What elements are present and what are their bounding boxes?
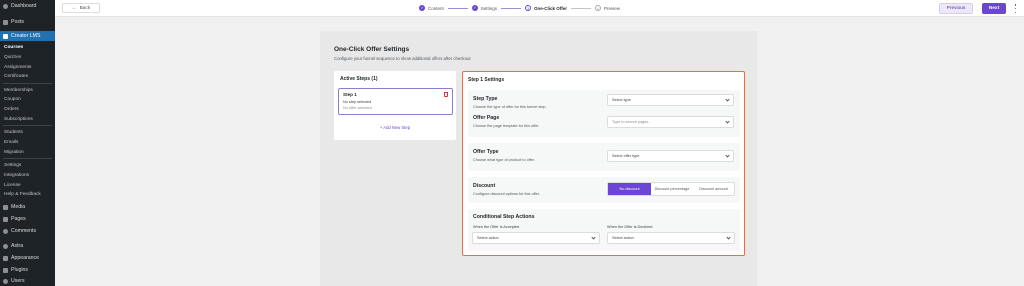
- sidebar-item-settings[interactable]: Settings: [0, 163, 55, 168]
- sidebar-divider: [3, 83, 52, 84]
- comments-icon: [3, 228, 8, 234]
- sidebar-item-license[interactable]: License: [0, 183, 55, 188]
- chevron-down-icon: [591, 235, 596, 240]
- step-settings-panel: Step 1 Settings Step Type Choose the typ…: [462, 71, 745, 256]
- no-discount-option[interactable]: No discount: [608, 183, 651, 195]
- astra-icon: [3, 243, 8, 249]
- posts-icon: [3, 19, 8, 25]
- plugins-icon: [3, 267, 8, 273]
- media-icon: [3, 204, 8, 210]
- step-type-section: Step Type Choose the type of offer for t…: [468, 90, 740, 137]
- sidebar-item-astra[interactable]: Astra: [0, 243, 55, 249]
- offer-page-search-input[interactable]: Type to search pages...: [607, 116, 734, 128]
- accepted-label: When the Offer is Accepted: [473, 225, 520, 229]
- trash-icon[interactable]: [444, 92, 448, 97]
- step-connector: [501, 7, 522, 9]
- top-bar: ← Back ✓ Content ✓ Settings 3 One-Click Offe…: [55, 0, 1024, 17]
- admin-sidebar: Dashboard Posts Creator LMS Courses Quiz…: [0, 0, 55, 286]
- sidebar-item-migration[interactable]: Migration: [0, 150, 55, 155]
- chevron-down-icon: [725, 119, 730, 124]
- appearance-icon: [3, 255, 8, 261]
- sidebar-item-memberships[interactable]: Memberships: [0, 88, 55, 93]
- sidebar-item-students[interactable]: Students: [0, 130, 55, 135]
- sidebar-item-media[interactable]: Media: [0, 204, 55, 210]
- step-type-desc: Choose the type of offer for this funnel…: [473, 105, 547, 109]
- sidebar-item-coupon[interactable]: Coupon: [0, 97, 55, 102]
- sidebar-item-comments[interactable]: Comments: [0, 228, 55, 234]
- add-new-step-link[interactable]: + Add New Step: [334, 125, 456, 130]
- sidebar-item-certificates[interactable]: Certificates: [0, 74, 55, 79]
- offer-type-section: Offer Type Choose what type of product t…: [468, 143, 740, 171]
- step-connector: [447, 7, 468, 9]
- discount-toggle-group: No discount Discount percentage Discount…: [607, 182, 735, 196]
- conditional-actions-section: Conditional Step Actions When the Offer …: [468, 209, 740, 251]
- pages-icon: [3, 216, 8, 222]
- conditional-actions-title: Conditional Step Actions: [473, 214, 535, 220]
- sidebar-item-plugins[interactable]: Plugins: [0, 267, 55, 273]
- previous-button[interactable]: Previous: [939, 3, 973, 14]
- sidebar-item-appearance[interactable]: Appearance: [0, 255, 55, 261]
- sidebar-item-users[interactable]: Users: [0, 278, 55, 284]
- main-content: One-Click Offer Settings Configure your …: [320, 31, 757, 286]
- sidebar-item-assignments[interactable]: Assignments: [0, 65, 55, 70]
- step-label-one-click-offer: One-Click Offer: [534, 5, 568, 11]
- dashboard-icon: [3, 3, 8, 9]
- discount-label: Discount: [473, 183, 496, 189]
- offer-page-desc: Choose the page template for this offer.: [473, 124, 540, 128]
- sidebar-item-creator-lms[interactable]: Creator LMS: [0, 31, 55, 41]
- sidebar-item-orders[interactable]: Orders: [0, 107, 55, 112]
- active-steps-panel: Active Steps (1) Step 1 No step selected…: [334, 71, 456, 140]
- sidebar-item-courses[interactable]: Courses: [0, 45, 55, 50]
- more-options-icon[interactable]: [1013, 4, 1018, 13]
- sidebar-item-posts[interactable]: Posts: [0, 19, 55, 25]
- users-icon: [3, 278, 8, 284]
- sidebar-item-quizzes[interactable]: Quizzes: [0, 55, 55, 60]
- active-steps-title: Active Steps (1): [340, 76, 378, 82]
- back-button[interactable]: ← Back: [62, 3, 100, 13]
- offer-type-desc: Choose what type of product to offer.: [473, 158, 535, 162]
- discount-amount-option[interactable]: Discount amount: [693, 183, 734, 195]
- declined-action-select[interactable]: Select action: [607, 232, 735, 244]
- sidebar-divider: [3, 158, 52, 159]
- next-button[interactable]: Next: [982, 3, 1006, 14]
- offer-page-label: Offer Page: [473, 115, 500, 121]
- settings-title: Step 1 Settings: [468, 77, 505, 83]
- step-number-badge: 3: [525, 5, 532, 11]
- step-name: Step 1: [343, 92, 357, 97]
- chevron-down-icon: [725, 153, 730, 158]
- creator-lms-icon: [3, 33, 8, 39]
- chevron-down-icon: [725, 97, 730, 102]
- offer-type-select[interactable]: Select offer type: [607, 150, 734, 162]
- step-detail: No step selected: [343, 100, 372, 104]
- chevron-down-icon: [726, 235, 731, 240]
- sidebar-item-pages[interactable]: Pages: [0, 216, 55, 222]
- accepted-action-select[interactable]: Select action: [472, 232, 600, 244]
- step-card[interactable]: Step 1 No step selected No offer selecte…: [338, 88, 453, 115]
- sidebar-item-subscriptions[interactable]: Subscriptions: [0, 117, 55, 122]
- check-icon: ✓: [471, 5, 478, 11]
- step-type-select[interactable]: Select type: [607, 94, 734, 106]
- offer-type-label: Offer Type: [473, 149, 499, 155]
- declined-label: When the Offer is Declined: [607, 225, 653, 229]
- sidebar-divider: [3, 125, 52, 126]
- sidebar-item-integrations[interactable]: Integrations: [0, 173, 55, 178]
- sidebar-item-dashboard[interactable]: Dashboard: [0, 3, 55, 9]
- step-number-badge: 4: [595, 5, 602, 11]
- step-label-content: Content: [428, 5, 444, 11]
- step-type-label: Step Type: [473, 96, 498, 102]
- sidebar-item-help-feedback[interactable]: Help & Feedback: [0, 192, 55, 197]
- page-subtitle: Configure your funnel sequence to show a…: [334, 56, 471, 61]
- progress-stepper: ✓ Content ✓ Settings 3 One-Click Offer 4 Pre…: [419, 4, 620, 12]
- sidebar-item-emails[interactable]: Emails: [0, 140, 55, 145]
- arrow-left-icon: ←: [71, 5, 77, 11]
- discount-desc: Configure discount options for this offe…: [473, 192, 540, 196]
- check-icon: ✓: [419, 5, 425, 11]
- step-connector: [571, 7, 592, 9]
- step-label-settings: Settings: [480, 5, 498, 11]
- discount-section: Discount Configure discount options for …: [468, 177, 740, 203]
- step-label-preview: Preview: [604, 5, 621, 11]
- page-title: One-Click Offer Settings: [334, 46, 410, 53]
- discount-percentage-option[interactable]: Discount percentage: [651, 183, 693, 195]
- step-detail: No offer selected: [343, 106, 372, 110]
